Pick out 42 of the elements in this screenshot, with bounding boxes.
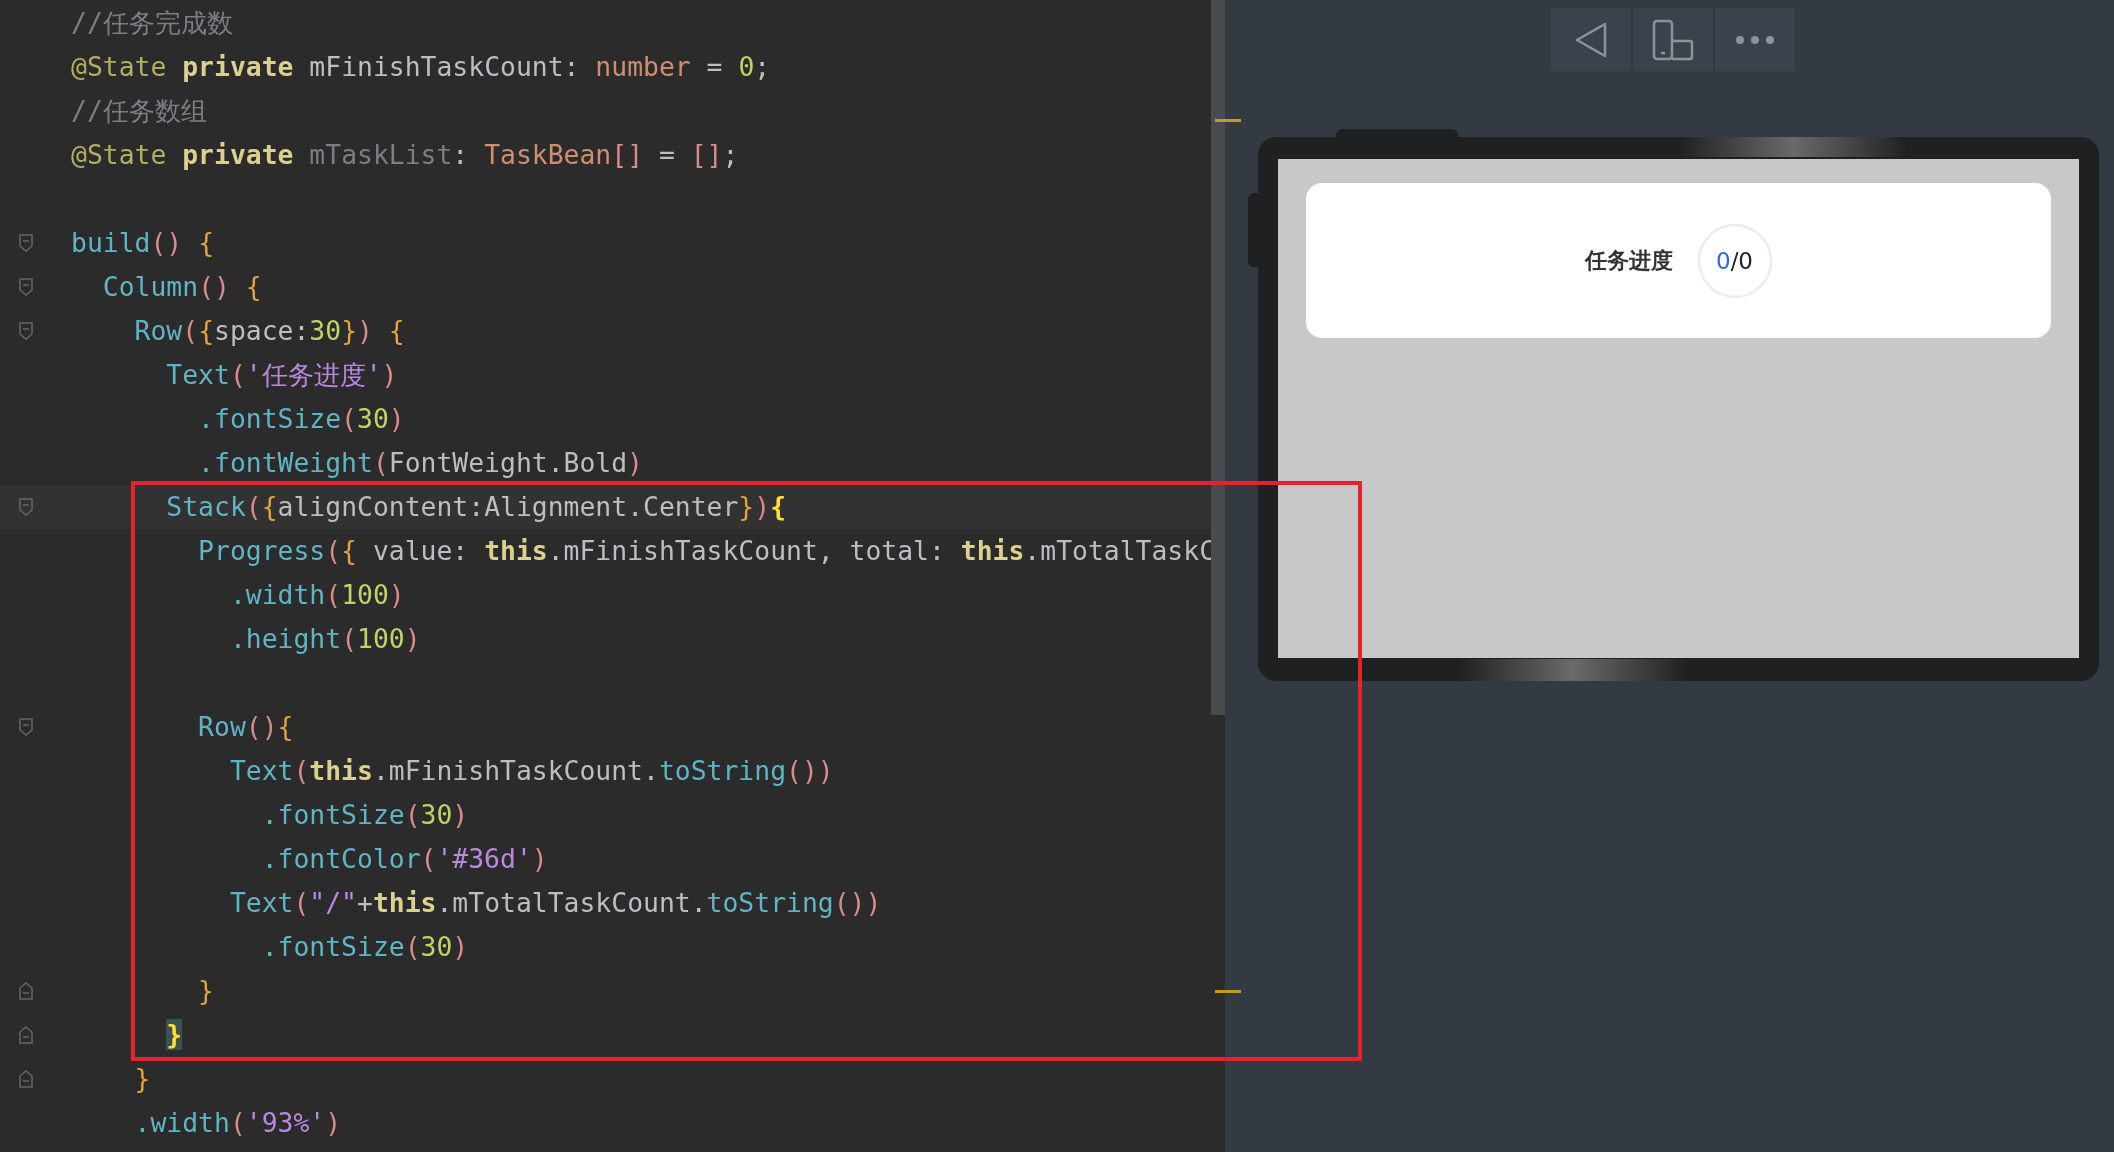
fold-icon[interactable] — [19, 498, 33, 516]
code-line: Column() { — [101, 270, 262, 304]
fold-icon[interactable] — [19, 234, 33, 252]
rotate-device-button[interactable] — [1632, 8, 1713, 71]
code-line: } — [197, 974, 214, 1008]
code-line: .fontSize(30) — [260, 930, 469, 964]
code-line: .fontColor('#36d') — [260, 842, 548, 876]
code-line: Progress({ value: this.mFinishTaskCount, total: this.mTotalTaskC — [197, 534, 1216, 568]
code-line: .width('93%') — [133, 1106, 342, 1140]
card-title: 任务进度 — [1584, 246, 1673, 275]
code-line: Text('任务进度') — [165, 358, 398, 392]
fold-icon[interactable] — [19, 1070, 33, 1088]
fold-icon[interactable] — [19, 1026, 33, 1044]
code-line: Row({space:30}) { — [133, 314, 405, 348]
code-line: Text(this.mFinishTaskCount.toString()) — [228, 754, 834, 788]
warning-marker — [1215, 990, 1242, 993]
fold-icon[interactable] — [19, 322, 33, 340]
back-button[interactable] — [1550, 8, 1631, 71]
fold-icon[interactable] — [19, 718, 33, 736]
phone-landscape-icon — [1651, 18, 1694, 61]
code-line: } — [133, 1062, 151, 1096]
code-line: @State private mTaskList: TaskBean[] = []; — [71, 138, 739, 172]
fold-icon[interactable] — [19, 982, 33, 1000]
fold-icon[interactable] — [19, 278, 33, 296]
scrollbar-thumb[interactable] — [1211, 0, 1225, 715]
progress-count: 0/0 — [1716, 247, 1753, 274]
code-line: .fontWeight(FontWeight.Bold) — [197, 446, 643, 480]
code-line: build() { — [71, 226, 214, 260]
back-icon — [1574, 21, 1607, 58]
code-line: .height(100) — [228, 622, 421, 656]
code-line: Row(){ — [197, 710, 294, 744]
more-icon — [1734, 34, 1775, 45]
code-line: //任务数组 — [71, 94, 207, 128]
code-line: .fontSize(30) — [260, 798, 469, 832]
more-button[interactable] — [1714, 8, 1795, 71]
code-line: //任务完成数 — [71, 6, 233, 40]
code-line: .fontSize(30) — [197, 402, 405, 436]
code-line: .width(100) — [228, 578, 405, 612]
code-line: @State private mFinishTaskCount: number = 0; — [71, 50, 771, 84]
warning-marker — [1215, 119, 1242, 122]
code-line: Stack({alignContent:Alignment.Center}){ — [165, 490, 787, 524]
code-line: Text("/"+this.mTotalTaskCount.toString()) — [228, 886, 882, 920]
